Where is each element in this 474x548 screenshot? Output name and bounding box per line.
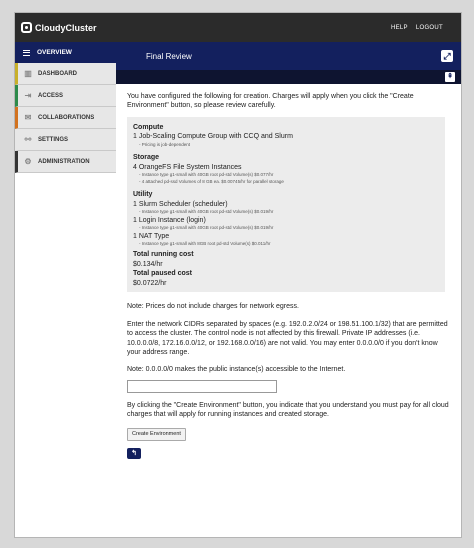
sidebar-item-collaborations[interactable]: ✉ COLLABORATIONS: [15, 107, 116, 129]
sidebar-item-label: DASHBOARD: [38, 70, 77, 77]
storage-heading: Storage: [133, 154, 160, 162]
sidebar-item-access[interactable]: ⇥ ACCESS: [15, 85, 116, 107]
intro-text: You have configured the following for cr…: [127, 93, 414, 110]
sidebar-item-administration[interactable]: ⚙ ADMINISTRATION: [15, 151, 116, 173]
sidebar-item-label: SETTINGS: [38, 136, 69, 143]
bar-chart-icon: ▥: [24, 69, 32, 78]
fullscreen-icon[interactable]: ⤢: [441, 50, 453, 62]
sidebar-item-overview[interactable]: OVERVIEW: [15, 42, 116, 63]
sidebar-item-label: COLLABORATIONS: [38, 114, 95, 121]
link-icon: ⚯: [24, 135, 32, 144]
agreement-text: By clicking the "Create Environment" but…: [127, 401, 449, 419]
main-panel: Final Review ⤢ ⇞ You have configured the…: [116, 42, 461, 537]
storage-detail: - 4 attached pd-ssd Volumes of 8 GB ea. …: [139, 178, 284, 184]
paused-cost-value: $0.0722/hr: [133, 279, 167, 287]
utility-line: 1 NAT Type: [133, 232, 170, 240]
app-name: CloudyCluster: [35, 22, 97, 33]
egress-note: Note: Prices do not include charges for …: [127, 303, 299, 311]
mail-icon: ✉: [24, 113, 32, 122]
storage-line: 4 OrangeFS File System Instances: [133, 163, 242, 171]
review-content: You have configured the following for cr…: [116, 84, 461, 467]
public-access-note: Note: 0.0.0.0/0 makes the public instanc…: [127, 366, 346, 374]
page-title: Final Review: [146, 51, 192, 61]
cidr-instructions: Enter the network CIDRs separated by spa…: [127, 320, 448, 356]
cloud-logo-icon: [21, 22, 32, 33]
back-arrow-icon[interactable]: ↰: [127, 448, 141, 460]
sidebar-item-label: OVERVIEW: [37, 49, 72, 56]
sidebar-item-label: ADMINISTRATION: [38, 158, 90, 165]
utility-line: 1 Slurm Scheduler (scheduler): [133, 200, 228, 208]
create-environment-button[interactable]: Create Environment: [127, 427, 186, 442]
sidebar-item-dashboard[interactable]: ▥ DASHBOARD: [15, 63, 116, 85]
admin-icon: ⚙: [24, 157, 32, 166]
paused-cost-heading: Total paused cost: [133, 270, 192, 278]
running-cost-heading: Total running cost: [133, 251, 194, 259]
configuration-summary: Compute 1 Job-Scaling Compute Group with…: [127, 116, 445, 293]
sidebar-item-label: ACCESS: [38, 92, 64, 99]
sidebar: OVERVIEW ▥ DASHBOARD ⇥ ACCESS ✉ COLLABOR…: [15, 42, 116, 537]
sub-toolbar: ⇞: [116, 70, 461, 84]
page-header: Final Review ⤢: [116, 42, 461, 70]
compute-line: 1 Job-Scaling Compute Group with CCQ and…: [133, 133, 293, 141]
collapse-icon[interactable]: ⇞: [445, 72, 455, 82]
utility-detail: - Instance type g1-small with 8GB root p…: [139, 240, 271, 246]
compute-detail: - Pricing is job-dependent: [139, 141, 191, 147]
sidebar-item-settings[interactable]: ⚯ SETTINGS: [15, 129, 116, 151]
running-cost-value: $0.134/hr: [133, 260, 163, 268]
cidr-input[interactable]: [127, 379, 277, 393]
menu-icon[interactable]: [15, 49, 37, 56]
utility-heading: Utility: [133, 191, 153, 199]
logout-link[interactable]: LOGOUT: [416, 25, 443, 31]
app-window: CloudyCluster HELP LOGOUT OVERVIEW ▥ DAS…: [14, 12, 462, 538]
help-link[interactable]: HELP: [391, 25, 408, 31]
top-bar: CloudyCluster HELP LOGOUT: [15, 13, 461, 42]
login-icon: ⇥: [24, 91, 32, 100]
compute-heading: Compute: [133, 123, 164, 131]
app-logo[interactable]: CloudyCluster: [21, 22, 97, 33]
utility-line: 1 Login Instance (login): [133, 216, 206, 224]
